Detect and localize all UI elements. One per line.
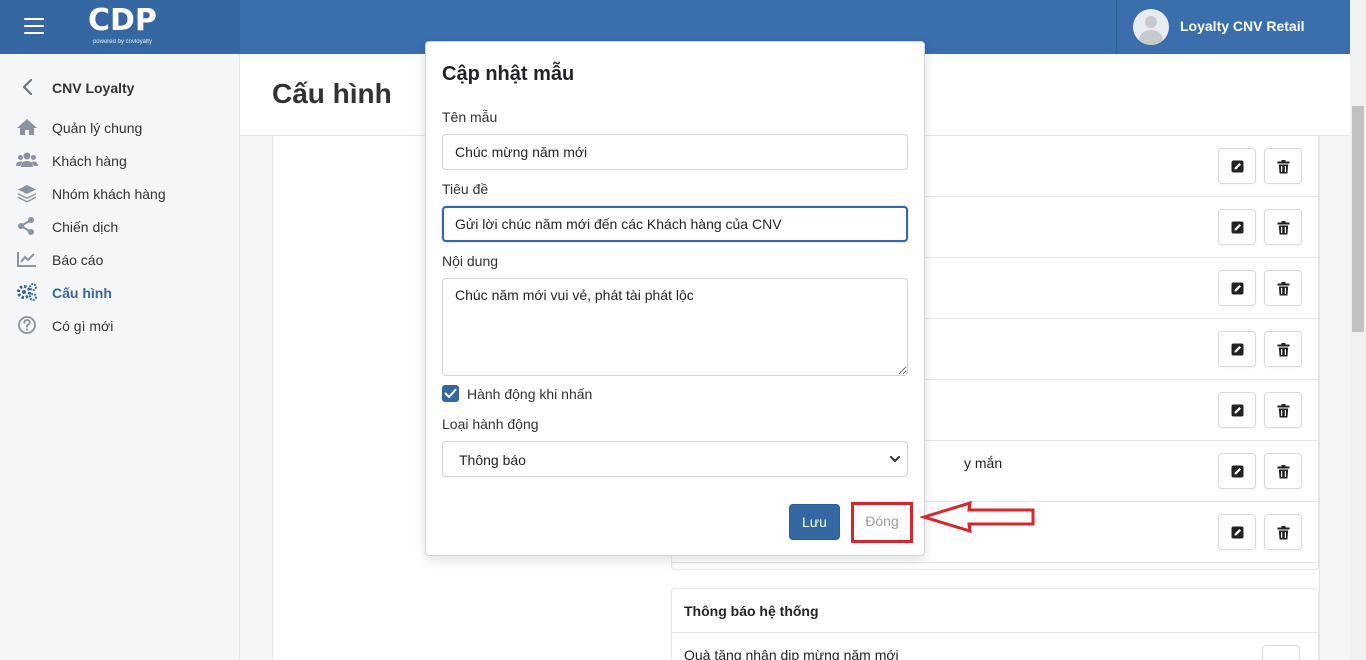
sidebar-back-title: CNV Loyalty [52, 80, 135, 96]
edit-icon [1231, 404, 1244, 417]
edit-icon [1231, 343, 1244, 356]
template-row-text: y mắn [964, 455, 1003, 471]
check-icon [444, 388, 457, 398]
sidebar-item-label: Chiến dịch [52, 219, 119, 235]
sidebar-item-chien-dich[interactable]: Chiến dịch [16, 215, 236, 239]
sidebar-item-khach-hang[interactable]: Khách hàng [16, 149, 236, 173]
action-type-label: Loại hành động [442, 416, 539, 432]
logo[interactable]: CDP powered by cnvloyalty [88, 4, 157, 46]
update-template-modal: Cập nhật mẫu Tên mẫu Tiêu đề Nội dung Ch… [425, 41, 925, 556]
logo-subtext: powered by cnvloyalty [92, 39, 152, 45]
edit-button[interactable] [1218, 270, 1256, 306]
logo-text: CDP [88, 3, 157, 38]
sidebar-item-label: Khách hàng [52, 153, 127, 169]
sidebar-item-quan-ly-chung[interactable]: Quản lý chung [16, 116, 236, 140]
edit-button[interactable] [1218, 514, 1256, 550]
sidebar-item-label: Nhóm khách hàng [52, 186, 166, 202]
edit-button[interactable] [1262, 645, 1300, 660]
trash-icon [1277, 465, 1290, 479]
list-item-text: Quà tặng nhân dịp mừng năm mới [684, 647, 899, 660]
action-type-selected-value: Thông báo [459, 452, 526, 468]
content-textarea[interactable]: Chúc năm mới vui vẻ, phát tài phát lộc [442, 278, 908, 376]
share-icon [18, 217, 34, 235]
sidebar-item-cau-hinh[interactable]: Cấu hình [16, 281, 236, 305]
section-header: Thông báo hệ thống [672, 589, 1318, 633]
trash-icon [1277, 282, 1290, 296]
action-type-select[interactable]: Thông báo [442, 441, 908, 477]
trash-icon [1277, 221, 1290, 235]
delete-button[interactable] [1264, 148, 1302, 184]
template-name-label: Tên mẫu [442, 109, 498, 125]
chevron-left-icon [22, 78, 33, 96]
annotation-arrow-icon [920, 500, 1035, 534]
subject-input[interactable] [442, 206, 908, 242]
delete-button[interactable] [1264, 514, 1302, 550]
edit-icon [1231, 465, 1244, 478]
avatar [1133, 9, 1169, 45]
edit-button[interactable] [1218, 209, 1256, 245]
page-scrollbar[interactable] [1350, 0, 1366, 660]
edit-icon [1231, 526, 1244, 539]
action-on-click-label[interactable]: Hành động khi nhấn [467, 386, 592, 402]
edit-icon [1231, 160, 1244, 173]
sidebar-item-bao-cao[interactable]: Báo cáo [16, 248, 236, 272]
edit-button[interactable] [1218, 453, 1256, 489]
edit-icon [1231, 282, 1244, 295]
sidebar-back[interactable]: CNV Loyalty [18, 77, 238, 97]
gears-icon [17, 283, 37, 301]
delete-button[interactable] [1264, 270, 1302, 306]
sidebar-item-co-gi-moi[interactable]: Có gì mới [16, 314, 236, 338]
system-notifications-section: Thông báo hệ thống Quà tặng nhân dịp mừn… [671, 588, 1319, 660]
template-name-input[interactable] [442, 134, 908, 170]
sidebar-item-label: Quản lý chung [52, 120, 143, 136]
trash-icon [1277, 343, 1290, 357]
modal-title: Cập nhật mẫu [442, 63, 575, 85]
sidebar: CNV Loyalty Quản lý chung Khách hàng Nhó… [0, 54, 240, 660]
delete-button[interactable] [1264, 331, 1302, 367]
question-circle-icon [18, 316, 36, 334]
delete-button[interactable] [1264, 453, 1302, 489]
trash-icon [1277, 160, 1290, 174]
subject-label: Tiêu đề [442, 181, 489, 197]
sidebar-item-label: Báo cáo [52, 252, 104, 268]
home-icon [17, 119, 37, 135]
delete-button[interactable] [1264, 392, 1302, 428]
page-title: Cấu hình [272, 78, 392, 109]
chevron-down-icon [890, 456, 900, 462]
section-title: Thông báo hệ thống [684, 603, 819, 619]
edit-icon [1231, 221, 1244, 234]
edit-button[interactable] [1218, 392, 1256, 428]
user-menu[interactable]: Loyalty CNV Retail [1116, 0, 1350, 54]
layers-icon [18, 185, 36, 203]
hamburger-menu-icon[interactable] [24, 18, 44, 34]
annotation-highlight-box [851, 502, 913, 543]
sidebar-item-nhom-khach-hang[interactable]: Nhóm khách hàng [16, 182, 236, 206]
sidebar-item-label: Có gì mới [52, 318, 114, 334]
trash-icon [1277, 526, 1290, 540]
save-button[interactable]: Lưu [789, 504, 840, 540]
chart-line-icon [17, 252, 36, 267]
edit-button[interactable] [1218, 148, 1256, 184]
delete-button[interactable] [1264, 209, 1302, 245]
sidebar-item-label: Cấu hình [52, 285, 112, 301]
trash-icon [1277, 404, 1290, 418]
user-name: Loyalty CNV Retail [1180, 18, 1305, 34]
action-on-click-checkbox[interactable] [442, 385, 459, 402]
edit-button[interactable] [1218, 331, 1256, 367]
brand-area: CDP powered by cnvloyalty [0, 0, 240, 54]
content-label: Nội dung [442, 253, 499, 269]
scrollbar-thumb[interactable] [1352, 106, 1364, 332]
users-icon [16, 152, 38, 167]
